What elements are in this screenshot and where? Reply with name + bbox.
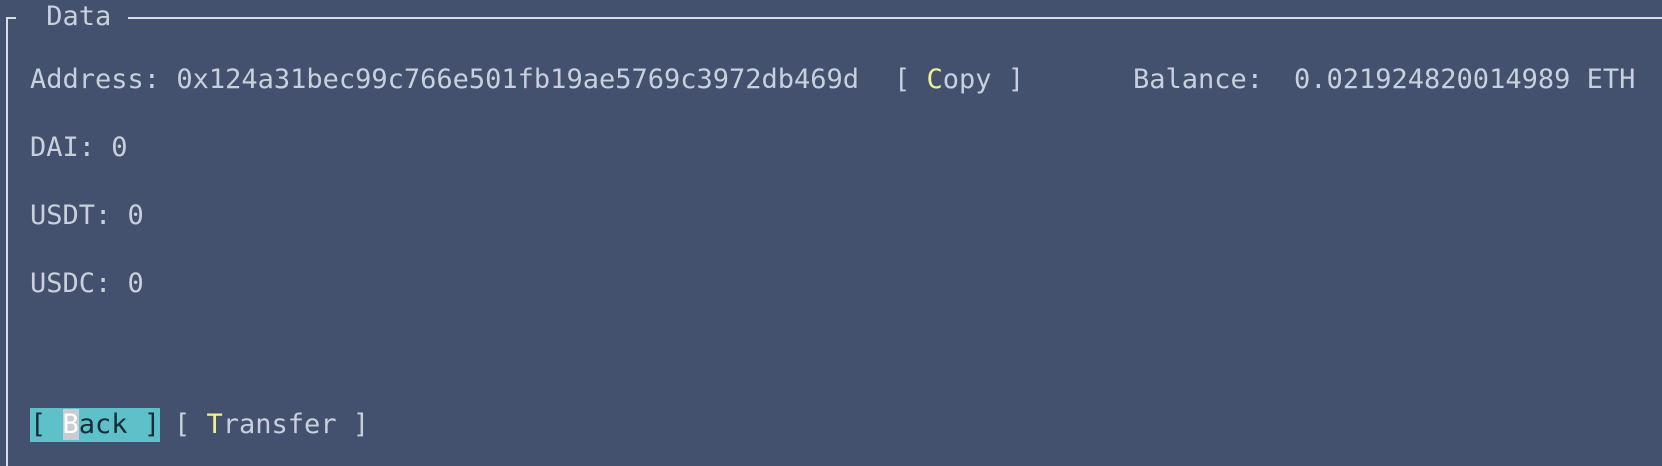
- token-label: DAI:: [30, 132, 96, 163]
- transfer-button[interactable]: [ Transfer ]: [174, 408, 369, 442]
- token-label: USDC:: [30, 268, 112, 299]
- copy-button[interactable]: [ Copy ]: [894, 63, 1024, 97]
- transfer-hotkey: T: [206, 409, 223, 440]
- token-value: 0: [127, 268, 144, 299]
- balance-label: Balance:: [1133, 64, 1264, 95]
- balance-value: 0.021924820014989 ETH: [1294, 64, 1636, 95]
- frame-border: [6, 17, 16, 466]
- token-row-usdc: USDC: 0: [30, 267, 144, 301]
- address-row: Address: 0x124a31bec99c766e501fb19ae5769…: [30, 63, 859, 97]
- frame-title: Data: [30, 0, 128, 34]
- token-row-usdt: USDT: 0: [30, 199, 144, 233]
- token-row-dai: DAI: 0: [30, 131, 128, 165]
- token-value: 0: [127, 200, 144, 231]
- copy-hotkey: C: [926, 64, 943, 95]
- token-value: 0: [111, 132, 128, 163]
- address-value: 0x124a31bec99c766e501fb19ae5769c3972db46…: [176, 64, 860, 95]
- token-label: USDT:: [30, 200, 112, 231]
- back-button[interactable]: [ Back ]: [30, 408, 161, 442]
- frame-border-top: [110, 17, 1662, 19]
- back-hotkey: B: [62, 409, 79, 440]
- address-label: Address:: [30, 64, 161, 95]
